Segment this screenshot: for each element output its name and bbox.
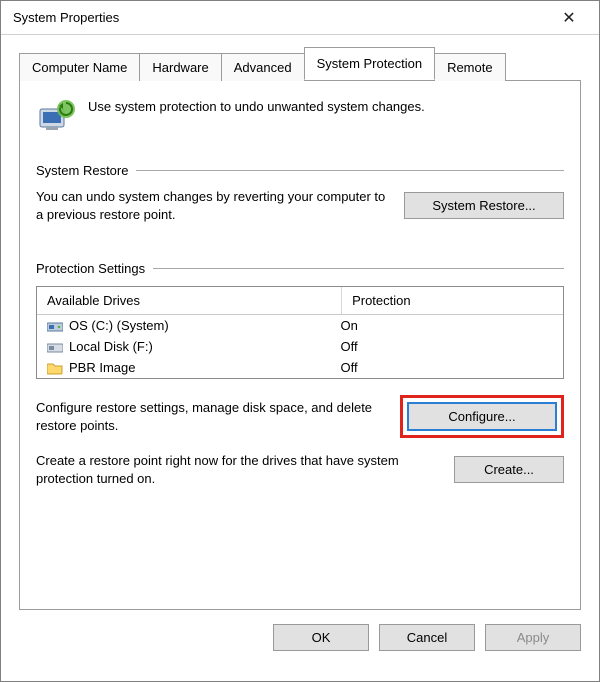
intro-text: Use system protection to undo unwanted s… (88, 97, 425, 114)
configure-highlight-box: Configure... (400, 395, 564, 438)
tab-computer-name[interactable]: Computer Name (19, 53, 140, 81)
tab-system-protection[interactable]: System Protection (304, 47, 436, 80)
system-restore-button[interactable]: System Restore... (404, 192, 564, 219)
col-header-protection[interactable]: Protection (342, 287, 563, 314)
tab-advanced[interactable]: Advanced (221, 53, 305, 81)
cancel-button[interactable]: Cancel (379, 624, 475, 651)
close-button[interactable]: ✕ (549, 4, 589, 32)
configure-description: Configure restore settings, manage disk … (36, 399, 388, 434)
hdd-os-icon (47, 319, 63, 333)
divider (136, 170, 564, 171)
apply-button[interactable]: Apply (485, 624, 581, 651)
tab-remote[interactable]: Remote (434, 53, 506, 81)
drives-table-header: Available Drives Protection (37, 287, 563, 315)
system-restore-description: You can undo system changes by reverting… (36, 188, 392, 223)
close-icon: ✕ (562, 8, 575, 28)
drive-protection-value: On (340, 318, 553, 333)
tab-hardware[interactable]: Hardware (139, 53, 221, 81)
create-description: Create a restore point right now for the… (36, 452, 442, 487)
divider (153, 268, 564, 269)
system-protection-icon (36, 97, 76, 137)
drive-name-label: Local Disk (F:) (69, 339, 153, 354)
tab-panel-system-protection: Use system protection to undo unwanted s… (19, 80, 581, 610)
hdd-icon (47, 340, 63, 354)
configure-button[interactable]: Configure... (407, 402, 557, 431)
folder-icon (47, 361, 63, 375)
tab-strip: Computer Name Hardware Advanced System P… (19, 49, 581, 80)
group-protection-settings-label: Protection Settings (36, 261, 153, 276)
create-button[interactable]: Create... (454, 456, 564, 483)
table-row[interactable]: PBR Image Off (37, 357, 563, 378)
col-header-drives[interactable]: Available Drives (37, 287, 342, 314)
drives-table: Available Drives Protection OS (C:) (Sys… (36, 286, 564, 379)
drive-protection-value: Off (340, 339, 553, 354)
dialog-button-row: OK Cancel Apply (1, 610, 599, 665)
drive-protection-value: Off (340, 360, 553, 375)
window-title: System Properties (11, 10, 119, 25)
table-row[interactable]: OS (C:) (System) On (37, 315, 563, 336)
drive-name-label: PBR Image (69, 360, 135, 375)
group-system-restore-label: System Restore (36, 163, 136, 178)
drive-name-label: OS (C:) (System) (69, 318, 169, 333)
titlebar: System Properties ✕ (1, 1, 599, 35)
table-row[interactable]: Local Disk (F:) Off (37, 336, 563, 357)
ok-button[interactable]: OK (273, 624, 369, 651)
